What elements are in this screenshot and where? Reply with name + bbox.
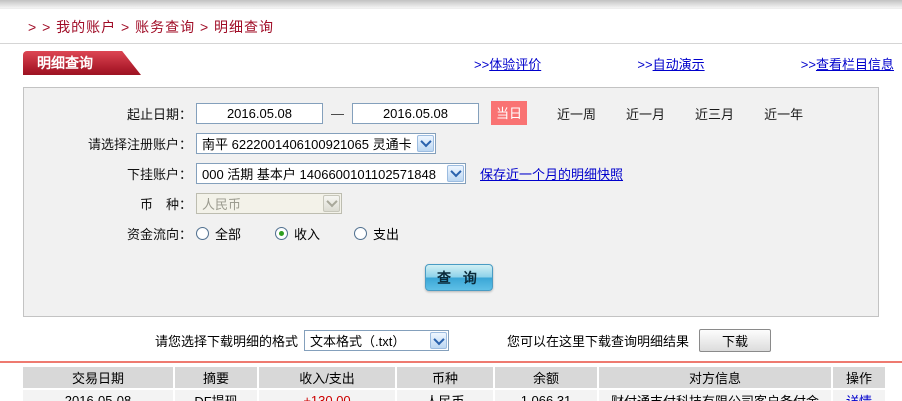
col-header-date: 交易日期 bbox=[23, 367, 173, 388]
cell-balance: 1,066.31 bbox=[495, 390, 597, 401]
currency-row: 币 种： 人民币 bbox=[24, 188, 878, 218]
chevron-down-icon[interactable] bbox=[430, 332, 448, 349]
breadcrumb-divider bbox=[0, 43, 902, 44]
table-header-row: 交易日期 摘要 收入/支出 币种 余额 对方信息 操作 bbox=[23, 367, 885, 388]
sub-account-select[interactable]: 000 活期 基本户 1406600101102571848 bbox=[196, 162, 466, 184]
currency-select: 人民币 bbox=[196, 192, 342, 214]
link-label: 自动演示 bbox=[652, 57, 705, 72]
download-button[interactable]: 下载 bbox=[699, 329, 772, 352]
range-today-badge[interactable]: 当日 bbox=[491, 101, 528, 125]
chevron-down-icon bbox=[323, 194, 340, 212]
link-view-column-info[interactable]: >>查看栏目信息 bbox=[801, 54, 894, 73]
transaction-table: 交易日期 摘要 收入/支出 币种 余额 对方信息 操作 2016-05-08 D… bbox=[21, 365, 887, 401]
chevron-down-icon[interactable] bbox=[447, 164, 464, 182]
date-range-label: 起止日期： bbox=[126, 106, 192, 122]
breadcrumb[interactable]: > > 我的账户 > 账务查询 > 明细查询 bbox=[0, 9, 902, 43]
registered-account-row: 请选择注册账户： 南平 6222001406100921065 灵通卡 bbox=[24, 128, 878, 158]
link-prefix: >> bbox=[637, 57, 653, 72]
link-prefix: >> bbox=[474, 57, 490, 72]
link-prefix: >> bbox=[800, 57, 816, 72]
table-row: 2016-05-08 DF提现 +130.00 人民币 1,066.31 财付通… bbox=[23, 390, 885, 401]
col-header-currency: 币种 bbox=[397, 367, 493, 388]
date-from-input[interactable] bbox=[196, 102, 323, 124]
sub-account-row: 下挂账户： 000 活期 基本户 1406600101102571848 保存近… bbox=[24, 158, 878, 188]
download-format-select[interactable]: 文本格式（.txt） bbox=[304, 330, 450, 351]
detail-link[interactable]: 详情 bbox=[846, 394, 872, 401]
radio-unselected-icon[interactable] bbox=[354, 226, 368, 240]
range-last-3-months[interactable]: 近三月 bbox=[695, 104, 734, 123]
link-label: 查看栏目信息 bbox=[815, 57, 894, 72]
currency-label: 币 种： bbox=[139, 196, 192, 212]
sub-account-value: 000 活期 基本户 1406600101102571848 bbox=[202, 166, 436, 182]
col-header-balance: 余额 bbox=[495, 367, 597, 388]
tab-row: 明细查询 >>体验评价 >>自动演示 >>查看栏目信息 bbox=[0, 51, 902, 81]
registered-account-label: 请选择注册账户： bbox=[87, 136, 192, 152]
flow-option-label: 支出 bbox=[373, 226, 400, 242]
cell-counterparty: 财付通支付科技有限公司客户备付金 bbox=[599, 390, 831, 401]
query-button[interactable]: 查 询 bbox=[425, 264, 493, 291]
registered-account-select[interactable]: 南平 6222001406100921065 灵通卡 bbox=[196, 132, 436, 154]
link-auto-demo[interactable]: >>自动演示 bbox=[637, 54, 704, 73]
download-row: 请您选择下载明细的格式 文本格式（.txt） 您可以在这里下载查询明细结果 下载 bbox=[155, 329, 902, 352]
col-header-amount: 收入/支出 bbox=[259, 367, 395, 388]
table-top-divider bbox=[0, 361, 902, 363]
download-format-value: 文本格式（.txt） bbox=[310, 334, 406, 349]
cell-currency: 人民币 bbox=[397, 390, 493, 401]
registered-account-value: 南平 6222001406100921065 灵通卡 bbox=[202, 136, 412, 152]
flow-option-label: 全部 bbox=[215, 226, 242, 242]
flow-direction-row: 资金流向： 全部 收入 支出 bbox=[24, 218, 878, 248]
cell-summary: DF提现 bbox=[175, 390, 257, 401]
date-to-input[interactable] bbox=[352, 102, 479, 124]
radio-selected-icon[interactable] bbox=[275, 226, 289, 240]
link-experience-rating[interactable]: >>体验评价 bbox=[474, 54, 541, 73]
cell-amount: +130.00 bbox=[259, 390, 395, 401]
date-range-row: 起止日期： — 当日 近一周 近一月 近三月 近一年 bbox=[24, 98, 878, 128]
flow-option-all[interactable]: 全部 bbox=[196, 224, 241, 243]
link-label: 体验评价 bbox=[489, 57, 542, 72]
range-last-week[interactable]: 近一周 bbox=[557, 104, 596, 123]
flow-direction-label: 资金流向： bbox=[126, 226, 192, 242]
query-form-panel: 起止日期： — 当日 近一周 近一月 近三月 近一年 请选择注册账户： 南平 6… bbox=[23, 87, 879, 317]
col-header-summary: 摘要 bbox=[175, 367, 257, 388]
range-last-year[interactable]: 近一年 bbox=[764, 104, 803, 123]
radio-unselected-icon[interactable] bbox=[196, 226, 209, 240]
flow-option-expense[interactable]: 支出 bbox=[354, 224, 399, 243]
flow-option-income[interactable]: 收入 bbox=[275, 224, 320, 243]
save-snapshot-link[interactable]: 保存近一个月的明细快照 bbox=[480, 164, 623, 183]
chevron-down-icon[interactable] bbox=[417, 134, 434, 152]
flow-option-label: 收入 bbox=[294, 226, 321, 242]
tab-detail-query[interactable]: 明细查询 bbox=[23, 51, 141, 75]
download-format-label: 请您选择下载明细的格式 bbox=[155, 334, 299, 349]
date-separator: — bbox=[331, 105, 344, 121]
sub-account-label: 下挂账户： bbox=[126, 166, 192, 182]
top-gradient-bar bbox=[0, 0, 902, 9]
currency-value: 人民币 bbox=[202, 196, 242, 212]
download-hint: 您可以在这里下载查询明细结果 bbox=[507, 334, 690, 349]
top-links: >>体验评价 >>自动演示 >>查看栏目信息 bbox=[474, 54, 894, 73]
col-header-action: 操作 bbox=[833, 367, 885, 388]
cell-date: 2016-05-08 bbox=[23, 390, 173, 401]
range-last-month[interactable]: 近一月 bbox=[626, 104, 665, 123]
col-header-counterparty: 对方信息 bbox=[599, 367, 831, 388]
